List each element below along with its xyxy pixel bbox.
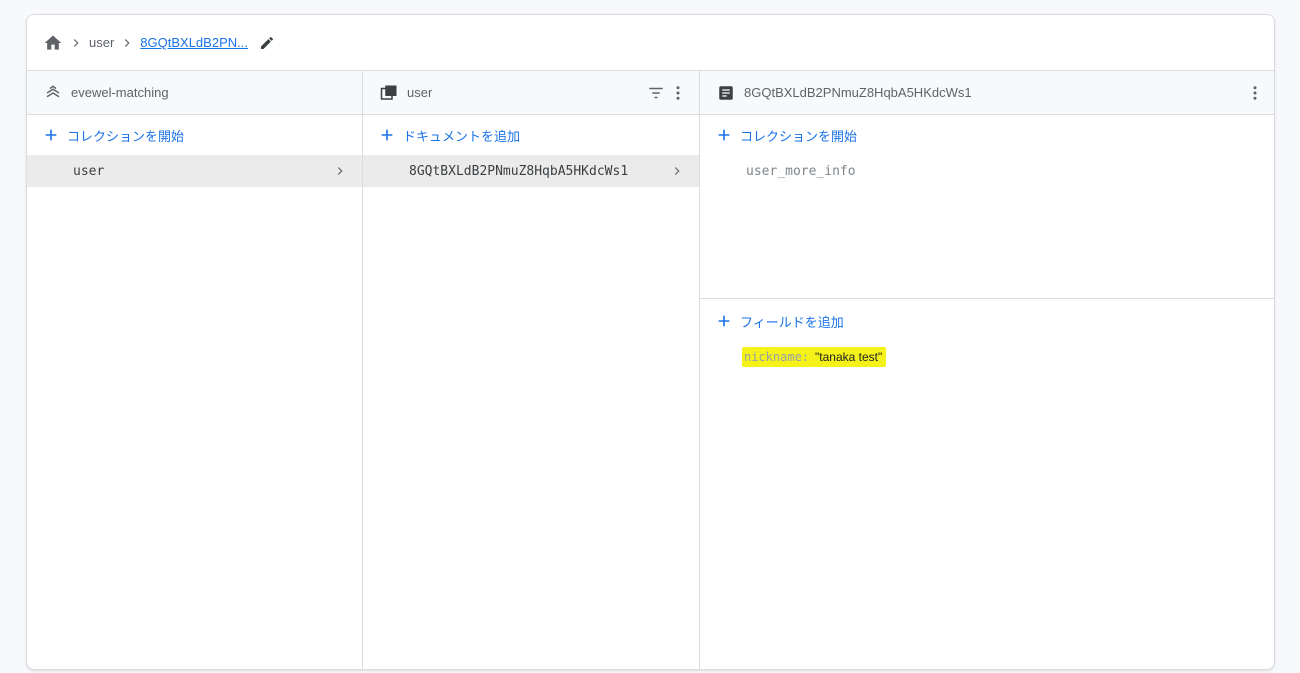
chevron-right-icon xyxy=(67,34,85,52)
filter-icon[interactable] xyxy=(645,82,667,104)
pencil-icon[interactable] xyxy=(258,34,276,52)
collection-icon xyxy=(379,83,399,103)
chevron-right-icon xyxy=(118,34,136,52)
add-document-button[interactable]: ドキュメントを追加 xyxy=(363,115,699,155)
start-collection-button[interactable]: コレクションを開始 xyxy=(27,115,362,155)
field-row[interactable]: nickname : "tanaka test" xyxy=(700,341,1274,373)
root-column-header: evewel-matching xyxy=(27,71,362,115)
root-column: evewel-matching コレクションを開始 user xyxy=(27,71,363,669)
chevron-right-icon xyxy=(669,163,685,179)
document-column: 8GQtBXLdB2PNmuZ8HqbA5HKdcWs1 コレクションを開始 u… xyxy=(700,71,1274,669)
list-item[interactable]: 8GQtBXLdB2PNmuZ8HqbA5HKdcWs1 xyxy=(363,155,699,187)
highlight-mark: nickname : "tanaka test" xyxy=(742,347,887,367)
start-subcollection-button[interactable]: コレクションを開始 xyxy=(700,115,1274,155)
more-vert-icon[interactable] xyxy=(667,82,689,104)
subcollection-name: user_more_info xyxy=(746,163,856,179)
plus-icon xyxy=(377,125,397,145)
field-key: nickname xyxy=(744,350,802,364)
firestore-icon xyxy=(43,83,63,103)
add-field-label: フィールドを追加 xyxy=(740,314,844,330)
home-icon[interactable] xyxy=(43,33,63,53)
breadcrumb-item-user[interactable]: user xyxy=(89,35,114,50)
collection-name: user xyxy=(73,163,105,179)
list-item[interactable]: user_more_info xyxy=(700,155,1274,187)
add-field-button[interactable]: フィールドを追加 xyxy=(700,301,1274,341)
document-id: 8GQtBXLdB2PNmuZ8HqbA5HKdcWs1 xyxy=(409,163,629,179)
breadcrumb: user 8GQtBXLdB2PN... xyxy=(27,15,1274,71)
add-document-label: ドキュメントを追加 xyxy=(403,128,521,144)
collection-column-header: user xyxy=(363,71,699,115)
document-icon xyxy=(716,83,736,103)
list-item[interactable]: user xyxy=(27,155,362,187)
plus-icon xyxy=(714,125,734,145)
project-title: evewel-matching xyxy=(71,85,169,100)
start-collection-label: コレクションを開始 xyxy=(67,128,185,144)
plus-icon xyxy=(714,311,734,331)
collection-column: user ドキュメントを追加 8GQtBXLdB2PNmuZ8HqbA5HKdc… xyxy=(363,71,700,669)
firestore-panel: user 8GQtBXLdB2PN... evewel-matching コレク… xyxy=(26,14,1275,670)
document-column-header: 8GQtBXLdB2PNmuZ8HqbA5HKdcWs1 xyxy=(700,71,1274,115)
collection-title: user xyxy=(407,85,433,100)
field-value: "tanaka test" xyxy=(815,350,883,364)
chevron-right-icon xyxy=(332,163,348,179)
subcollections-section: コレクションを開始 user_more_info xyxy=(700,115,1274,299)
start-subcollection-label: コレクションを開始 xyxy=(740,128,858,144)
more-vert-icon[interactable] xyxy=(1244,82,1266,104)
field-colon: : xyxy=(801,350,810,364)
breadcrumb-item-document[interactable]: 8GQtBXLdB2PN... xyxy=(140,35,248,50)
plus-icon xyxy=(41,125,61,145)
fields-section: フィールドを追加 nickname : "tanaka test" xyxy=(700,301,1274,373)
document-title: 8GQtBXLdB2PNmuZ8HqbA5HKdcWs1 xyxy=(744,85,972,100)
data-columns: evewel-matching コレクションを開始 user user ドキュメ… xyxy=(27,71,1274,669)
